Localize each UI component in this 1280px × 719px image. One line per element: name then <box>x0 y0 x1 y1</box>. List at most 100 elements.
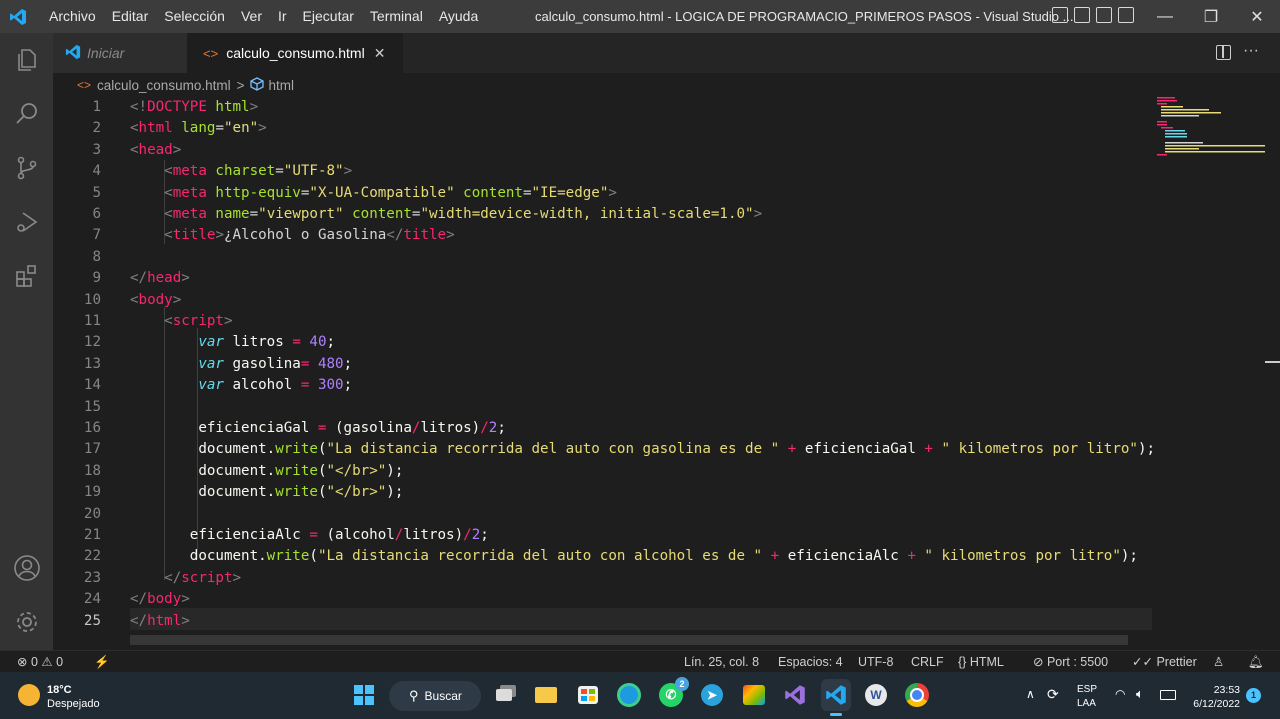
code-text: var litros = 40; <box>130 332 335 353</box>
breadcrumb: <> calculo_consumo.html > html <box>53 73 1280 97</box>
file-explorer-icon[interactable] <box>532 681 560 709</box>
tab-iniciar[interactable]: Iniciar <box>53 33 187 73</box>
code-line: 15 <box>53 397 1153 418</box>
menu-item-archivo[interactable]: Archivo <box>41 0 104 33</box>
toggle-panel-icon[interactable] <box>1074 7 1090 23</box>
clock[interactable]: 23:53 6/12/2022 <box>1188 683 1240 711</box>
run-debug-icon[interactable] <box>0 198 53 246</box>
menu-item-ejecutar[interactable]: Ejecutar <box>295 0 362 33</box>
menu-bar: Archivo Editar Selección Ver Ir Ejecutar Termi… <box>41 0 486 33</box>
volume-icon[interactable]: 🔈︎ <box>1136 686 1144 702</box>
breadcrumb-symbol[interactable]: html <box>268 78 294 93</box>
whatsapp-icon[interactable]: ✆ 2 <box>657 677 689 709</box>
customize-layout-icon[interactable] <box>1118 7 1134 23</box>
toggle-secondary-sidebar-icon[interactable] <box>1096 7 1112 23</box>
indentation[interactable]: Espacios: 4 <box>778 651 843 673</box>
minimize-button[interactable]: — <box>1142 0 1188 33</box>
language-indicator[interactable]: ESP LAA <box>1077 683 1097 711</box>
line-number: 12 <box>83 334 101 351</box>
problems-indicator[interactable]: ⊗ 0 ⚠ 0 <box>17 651 63 673</box>
code-token: > <box>181 612 190 629</box>
code-token: > <box>446 227 455 244</box>
braces-icon: {} <box>958 655 967 669</box>
menu-item-ir[interactable]: Ir <box>270 0 295 33</box>
split-editor-icon[interactable] <box>1216 45 1231 60</box>
code-token: > <box>181 591 190 608</box>
battery-icon[interactable] <box>1160 690 1176 700</box>
weather-widget[interactable]: 18°C Despejado <box>47 683 100 711</box>
notifications-bell-icon[interactable]: 🔔︎ <box>1248 651 1264 673</box>
close-window-button[interactable]: ✕ <box>1234 0 1280 33</box>
toggle-primary-sidebar-icon[interactable] <box>1052 7 1068 23</box>
code-token: + <box>787 441 797 458</box>
breadcrumb-file[interactable]: calculo_consumo.html <box>97 78 231 93</box>
code-token: </ <box>130 612 148 629</box>
encoding[interactable]: UTF-8 <box>858 651 893 673</box>
code-token: = <box>522 184 532 201</box>
code-text: </script> <box>130 568 241 589</box>
search-icon[interactable] <box>0 90 53 138</box>
manage-gear-icon[interactable] <box>0 598 53 646</box>
feedback-icon[interactable]: ♙ <box>1213 651 1224 673</box>
chrome-browser-icon[interactable] <box>903 681 931 709</box>
taskbar-search[interactable]: ⚲ Buscar <box>389 681 481 711</box>
visual-studio-icon[interactable] <box>781 681 809 709</box>
code-token: name <box>206 206 250 222</box>
end-of-line[interactable]: CRLF <box>911 651 944 673</box>
language-mode[interactable]: {} HTML <box>958 651 1004 673</box>
code-editor[interactable]: 1 <!DOCTYPE html> 2 <html lang="en"> 3 <head>… <box>53 97 1280 650</box>
code-line: 8 <box>53 247 1153 268</box>
code-token: html <box>206 99 250 115</box>
horizontal-scrollbar[interactable] <box>130 635 1128 645</box>
microsoft-store-icon[interactable] <box>574 681 602 709</box>
minimap[interactable] <box>1157 97 1267 157</box>
code-line: 21 eficienciaAlc = (alcohol/litros)/2; <box>53 525 1153 546</box>
show-hidden-icons-chevron-icon[interactable]: ∧ <box>1026 687 1035 701</box>
code-text: <script> <box>130 311 232 332</box>
activity-bar <box>0 33 53 650</box>
menu-item-editar[interactable]: Editar <box>104 0 157 33</box>
restore-button[interactable]: ❐ <box>1188 0 1234 33</box>
prettier-status[interactable]: ✓✓ Prettier <box>1132 651 1197 673</box>
edge-browser-icon[interactable] <box>615 681 643 709</box>
breadcrumb-separator: > <box>236 77 245 93</box>
tab-calculo-consumo[interactable]: <> calculo_consumo.html ✕ <box>187 33 403 73</box>
source-control-icon[interactable] <box>0 144 53 192</box>
accounts-icon[interactable] <box>0 544 53 592</box>
menu-item-terminal[interactable]: Terminal <box>362 0 431 33</box>
menu-item-selección[interactable]: Selección <box>156 0 233 33</box>
code-token: "width=device-width, initial-scale=1.0" <box>420 206 754 222</box>
code-line: 18 document.write("</br>"); <box>53 461 1153 482</box>
code-token: var <box>198 355 224 372</box>
more-actions-icon[interactable]: ··· <box>1243 42 1259 60</box>
extensions-icon[interactable] <box>0 252 53 300</box>
code-token: title <box>403 227 447 244</box>
cursor-position[interactable]: Lín. 25, col. 8 <box>684 651 759 673</box>
code-token: = <box>292 334 301 351</box>
telegram-icon[interactable]: ➤ <box>698 681 726 709</box>
code-token: < <box>130 206 173 222</box>
live-share-icon[interactable]: ⚡ <box>94 651 110 673</box>
code-token: ); <box>1120 548 1138 565</box>
start-windows-icon[interactable] <box>350 681 378 709</box>
live-server-port[interactable]: ⊘ Port : 5500 <box>1033 651 1108 673</box>
code-text: eficienciaGal = (gasolina/litros)/2; <box>130 418 506 439</box>
code-text: </head> <box>130 268 190 289</box>
menu-item-ver[interactable]: Ver <box>233 0 270 33</box>
wifi-icon[interactable]: ◠ <box>1115 687 1125 701</box>
explorer-icon[interactable] <box>0 36 53 84</box>
close-tab-icon[interactable]: ✕ <box>374 45 386 62</box>
notification-badge[interactable]: 1 <box>1246 688 1261 703</box>
code-token: > <box>232 569 242 586</box>
line-number: 4 <box>92 163 101 180</box>
vscode-taskbar-icon[interactable] <box>821 679 851 716</box>
sync-icon[interactable]: ⟳ <box>1047 686 1059 703</box>
task-view-icon[interactable] <box>490 681 518 709</box>
menu-item-ayuda[interactable]: Ayuda <box>431 0 486 33</box>
code-token: </ <box>130 569 182 586</box>
paint-app-icon[interactable] <box>740 681 768 709</box>
word-app-icon[interactable]: W <box>862 681 890 709</box>
code-token: "UTF-8" <box>283 163 344 180</box>
